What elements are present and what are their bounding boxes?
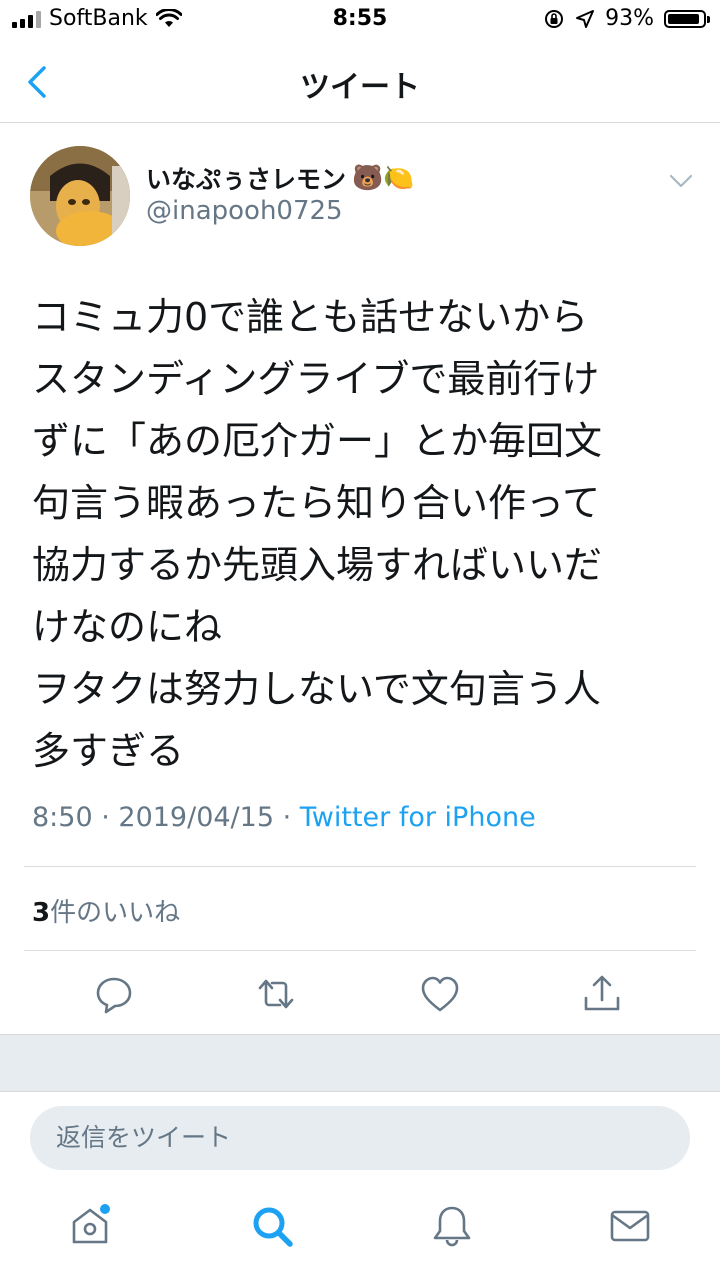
tweet-time: 8:50	[32, 802, 93, 833]
share-icon[interactable]	[580, 972, 624, 1016]
reply-placeholder: 返信をツイート	[56, 1123, 232, 1152]
search-icon[interactable]	[248, 1202, 296, 1250]
reply-input[interactable]: 返信をツイート	[30, 1106, 690, 1170]
tweet-text: コミュ力0で誰とも話せないから スタンディングライブで最前行け ずに「あの厄介ガ…	[32, 295, 603, 773]
page-title: ツイート	[300, 70, 420, 105]
navigation-bar: ツイート	[0, 44, 720, 123]
display-name[interactable]: いなぷぅさレモン 🐻🍋	[146, 160, 414, 196]
meta-separator: ·	[274, 802, 300, 833]
chevron-down-icon[interactable]	[668, 168, 694, 194]
tab-bar	[0, 1190, 720, 1280]
avatar[interactable]	[30, 146, 130, 246]
orientation-lock-icon	[545, 9, 564, 28]
retweet-icon[interactable]	[254, 972, 298, 1016]
messages-mail-icon[interactable]	[606, 1202, 654, 1250]
likes-count-row[interactable]: 3件のいいね	[32, 892, 180, 929]
display-name-emoji: 🐻🍋	[352, 163, 415, 192]
battery-icon	[664, 9, 710, 28]
user-handle[interactable]: @inapooh0725	[146, 196, 343, 226]
like-label: 件のいいね	[50, 898, 181, 928]
tweet-source-link[interactable]: Twitter for iPhone	[300, 802, 536, 833]
notifications-bell-icon[interactable]	[428, 1202, 476, 1250]
tweet-actions	[0, 962, 720, 1026]
divider	[24, 866, 696, 867]
display-name-text: いなぷぅさレモン	[146, 165, 347, 194]
tweet-meta: 8:50 · 2019/04/15 · Twitter for iPhone	[32, 802, 536, 833]
status-bar: SoftBank 8:55 93%	[0, 0, 720, 40]
status-right-group: 93%	[543, 6, 710, 31]
tweet-date: 2019/04/15	[118, 802, 275, 833]
location-icon	[576, 9, 595, 28]
avatar-image	[30, 146, 130, 246]
home-notification-dot	[100, 1204, 110, 1214]
meta-separator: ·	[92, 802, 119, 833]
divider	[24, 950, 696, 951]
like-count: 3	[32, 898, 51, 928]
like-heart-icon[interactable]	[418, 972, 462, 1016]
battery-percent: 93%	[605, 6, 654, 31]
reply-icon[interactable]	[92, 972, 136, 1016]
section-separator	[0, 1034, 720, 1092]
